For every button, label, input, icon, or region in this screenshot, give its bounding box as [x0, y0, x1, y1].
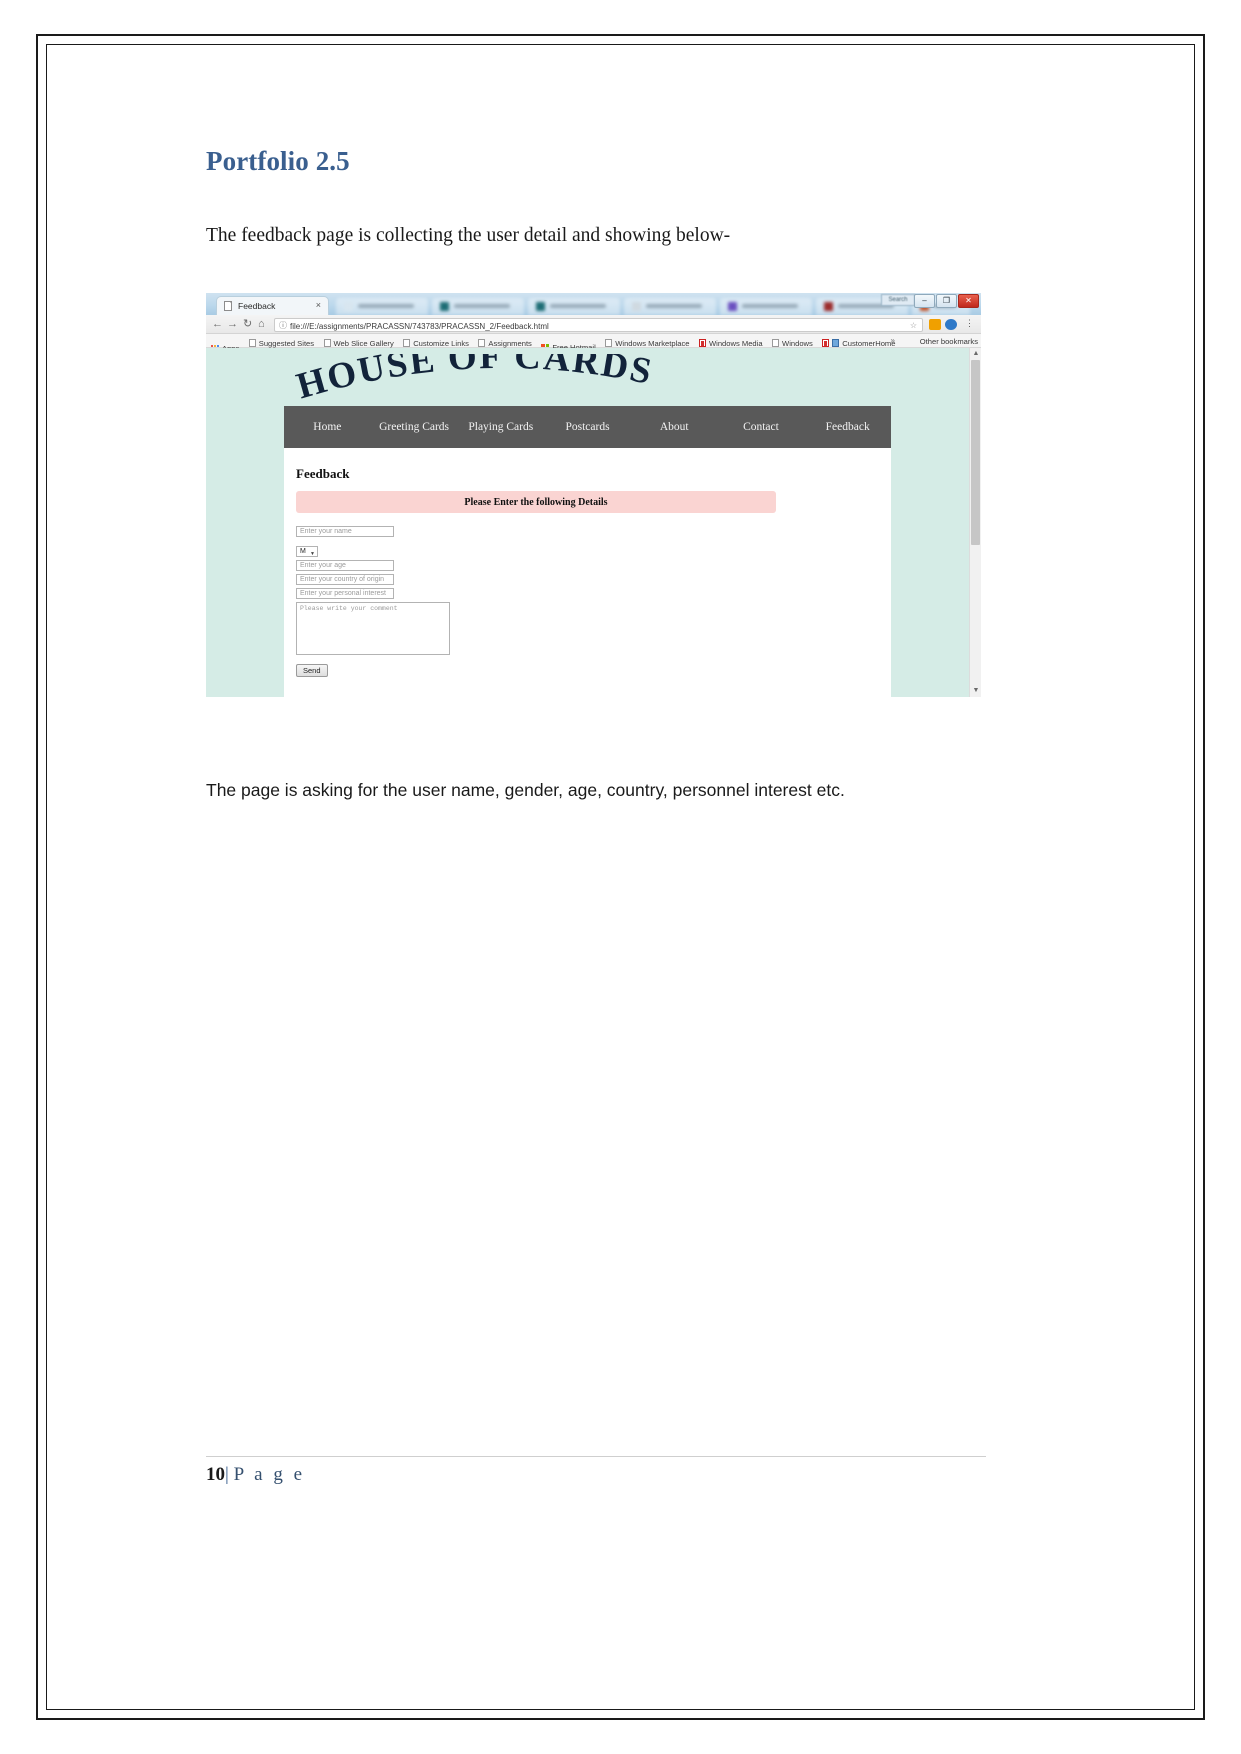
document-content: Portfolio 2.5 The feedback page is colle… — [206, 146, 986, 800]
home-icon[interactable]: ⌂ — [258, 318, 265, 331]
feedback-form: Enter your name M ▼ Enter your age Enter… — [296, 526, 450, 678]
extension-icon-2[interactable] — [945, 319, 957, 330]
bookmarks-overflow-icon[interactable]: » — [891, 336, 895, 345]
chrome-menu-icon[interactable]: ⋮ — [965, 318, 974, 329]
scroll-down-icon[interactable]: ▼ — [970, 685, 981, 697]
page-icon — [605, 339, 613, 347]
tab-background-1[interactable] — [336, 298, 428, 315]
browser-screenshot: Feedback × Search – ❐ ✕ ← → ↻ ⌂ ⓘ file:/… — [206, 293, 981, 708]
send-button[interactable]: Send — [296, 664, 328, 677]
tab-background-2[interactable] — [432, 298, 524, 315]
window-search-box[interactable]: Search — [881, 294, 915, 306]
bookmark-label: Customize Links — [413, 338, 469, 348]
tab-background-4[interactable] — [624, 298, 716, 315]
reload-icon[interactable]: ↻ — [243, 318, 252, 331]
page-icon — [323, 339, 331, 347]
maximize-button[interactable]: ❐ — [936, 294, 957, 308]
instruction-banner: Please Enter the following Details — [296, 491, 776, 513]
feedback-heading: Feedback — [296, 466, 350, 481]
bookmark-star-icon[interactable]: ☆ — [910, 321, 917, 330]
site-info-icon[interactable]: ⓘ — [279, 321, 287, 331]
interest-input[interactable]: Enter your personal interest — [296, 588, 394, 599]
page-icon — [403, 339, 411, 347]
address-bar[interactable]: ⓘ file:///E:/assignments/PRACASSN/743783… — [274, 318, 923, 332]
intro-paragraph: The feedback page is collecting the user… — [206, 225, 731, 246]
footer-text: 10| P a g e — [206, 1464, 986, 1486]
close-window-button[interactable]: ✕ — [958, 294, 979, 308]
outro-paragraph: The page is asking for the user name, ge… — [206, 780, 845, 800]
bookmark-label: Windows Media — [708, 338, 763, 348]
instruction-banner-text: Please Enter the following Details — [464, 496, 608, 508]
media-icon — [698, 339, 706, 347]
page-icon — [248, 339, 256, 347]
bookmark-label: CustomerHome — [842, 338, 896, 348]
bookmark-label: Assignments — [488, 338, 532, 348]
comment-textarea[interactable]: Please write your comment — [296, 602, 450, 655]
page-icon — [772, 339, 780, 347]
bookmark-label: Windows Marketplace — [615, 338, 690, 348]
scroll-up-icon[interactable]: ▲ — [970, 348, 981, 360]
age-input[interactable]: Enter your age — [296, 560, 394, 571]
footer-divider — [206, 1456, 986, 1457]
other-bookmarks-folder[interactable]: Other bookmarks — [920, 334, 978, 348]
url-text: file:///E:/assignments/PRACASSN/743783/P… — [290, 322, 549, 331]
red-icon — [822, 339, 830, 347]
other-bookmarks-label: Other bookmarks — [919, 336, 978, 346]
footer-page-word: P a g e — [233, 1464, 306, 1485]
tab-feedback[interactable]: Feedback × — [216, 296, 329, 315]
bookmarks-bar: Apps Suggested Sites Web Slice Gallery C… — [206, 334, 981, 353]
extension-icon-1[interactable] — [929, 319, 941, 330]
name-input[interactable]: Enter your name — [296, 526, 394, 537]
browser-tab-strip: Feedback × Search – ❐ ✕ — [206, 293, 981, 315]
gender-select-value: M — [300, 548, 306, 555]
footer-separator: | — [225, 1464, 229, 1485]
tab-title: Feedback — [238, 301, 276, 311]
page-icon — [478, 339, 486, 347]
gender-select[interactable]: M ▼ — [296, 546, 318, 557]
tab-background-5[interactable] — [720, 298, 812, 315]
vertical-scrollbar[interactable]: ▲ ▼ — [969, 348, 981, 697]
page-title: Portfolio 2.5 — [206, 146, 350, 176]
bookmark-label: Web Slice Gallery — [333, 338, 394, 348]
bookmark-label: Suggested Sites — [258, 338, 315, 348]
page-footer: 10| P a g e — [206, 1456, 986, 1486]
blue-icon — [832, 339, 840, 347]
browser-toolbar: ← → ↻ ⌂ ⓘ file:///E:/assignments/PRACASS… — [206, 315, 981, 334]
tab-background-3[interactable] — [528, 298, 620, 315]
country-input[interactable]: Enter your country of origin — [296, 574, 394, 585]
page-favicon-icon — [224, 301, 232, 311]
window-controls: – ❐ ✕ — [913, 294, 979, 308]
forward-icon[interactable]: → — [227, 318, 238, 331]
close-icon[interactable]: × — [316, 300, 321, 310]
back-icon[interactable]: ← — [212, 318, 223, 331]
footer-page-number: 10 — [206, 1464, 225, 1485]
minimize-button[interactable]: – — [914, 294, 935, 308]
chevron-down-icon: ▼ — [310, 551, 315, 557]
scrollbar-thumb[interactable] — [971, 360, 980, 545]
bookmark-label: Windows — [782, 338, 813, 348]
document-page-frame: Portfolio 2.5 The feedback page is colle… — [36, 34, 1205, 1720]
rendered-web-page: HOUSE OF CARDS Home Greeting Cards Playi… — [206, 348, 981, 697]
